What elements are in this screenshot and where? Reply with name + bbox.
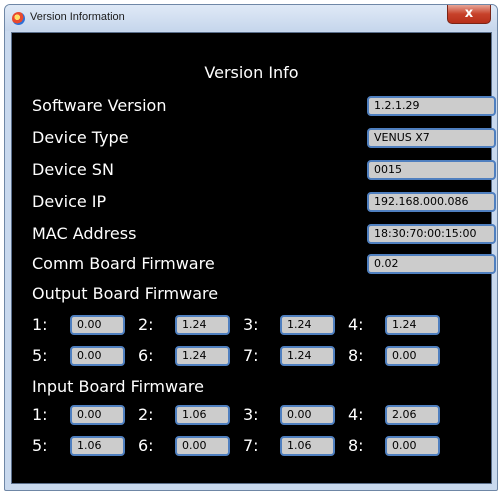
input-slot-num: 7:	[243, 436, 259, 455]
output-slot-field[interactable]: 0.00	[70, 346, 125, 366]
device-ip-label: Device IP	[32, 192, 107, 211]
input-slot-field[interactable]: 0.00	[280, 405, 335, 425]
comm-board-firmware-field[interactable]: 0.02	[367, 254, 496, 274]
input-slot-field[interactable]: 0.00	[70, 405, 125, 425]
device-type-field[interactable]: VENUS X7	[367, 128, 496, 148]
input-slot-num: 3:	[243, 405, 259, 424]
output-slot-num: 7:	[243, 346, 259, 365]
device-ip-field[interactable]: 192.168.000.086	[367, 192, 496, 212]
output-slot-num: 8:	[348, 346, 364, 365]
output-slot-num: 4:	[348, 315, 364, 334]
version-info-window: Version Information x Version Info Softw…	[4, 4, 498, 491]
device-type-label: Device Type	[32, 128, 129, 147]
software-version-field[interactable]: 1.2.1.29	[367, 96, 496, 116]
input-slot-field[interactable]: 1.06	[70, 436, 125, 456]
page-title: Version Info	[204, 63, 299, 82]
device-sn-label: Device SN	[32, 160, 114, 179]
input-slot-field[interactable]: 1.06	[280, 436, 335, 456]
input-board-title: Input Board Firmware	[32, 377, 204, 396]
device-sn-field[interactable]: 0015	[367, 160, 496, 180]
input-slot-field[interactable]: 0.00	[175, 436, 230, 456]
output-slot-field[interactable]: 0.00	[70, 315, 125, 335]
input-slot-num: 6:	[138, 436, 154, 455]
window-title: Version Information	[30, 11, 125, 23]
mac-address-label: MAC Address	[32, 224, 137, 243]
content-panel: Version Info Software Version 1.2.1.29 D…	[11, 32, 496, 484]
input-slot-field[interactable]: 1.06	[175, 405, 230, 425]
output-slot-field[interactable]: 1.24	[175, 346, 230, 366]
input-slot-num: 5:	[32, 436, 48, 455]
output-slot-field[interactable]: 1.24	[280, 315, 335, 335]
output-slot-num: 3:	[243, 315, 259, 334]
output-slot-field[interactable]: 1.24	[175, 315, 230, 335]
input-slot-num: 8:	[348, 436, 364, 455]
software-version-label: Software Version	[32, 96, 167, 115]
input-slot-num: 2:	[138, 405, 154, 424]
output-slot-num: 2:	[138, 315, 154, 334]
close-button[interactable]: x	[447, 5, 491, 24]
output-slot-num: 5:	[32, 346, 48, 365]
output-slot-num: 1:	[32, 315, 48, 334]
output-slot-field[interactable]: 1.24	[280, 346, 335, 366]
output-board-title: Output Board Firmware	[32, 284, 219, 303]
input-slot-num: 4:	[348, 405, 364, 424]
mac-address-field[interactable]: 18:30:70:00:15:00	[367, 224, 496, 244]
output-slot-num: 6:	[138, 346, 154, 365]
app-icon	[12, 12, 25, 25]
input-slot-field[interactable]: 0.00	[385, 436, 440, 456]
comm-board-firmware-label: Comm Board Firmware	[32, 254, 215, 273]
title-bar[interactable]: Version Information x	[5, 5, 497, 31]
input-slot-num: 1:	[32, 405, 48, 424]
output-slot-field[interactable]: 0.00	[385, 346, 440, 366]
input-slot-field[interactable]: 2.06	[385, 405, 440, 425]
output-slot-field[interactable]: 1.24	[385, 315, 440, 335]
